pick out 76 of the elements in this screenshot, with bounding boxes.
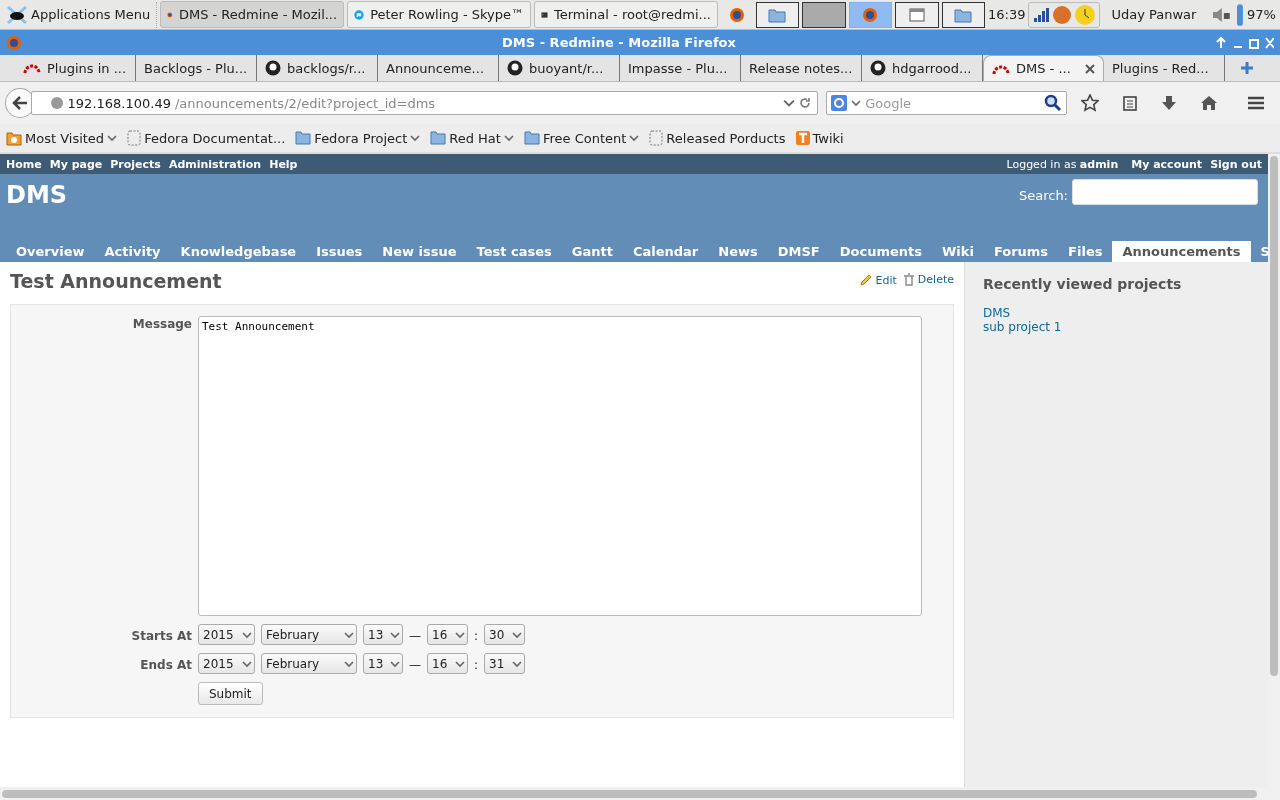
taskbar-task[interactable]: DMS - Redmine - Mozil... — [160, 1, 345, 28]
menu-tab[interactable]: Overview — [6, 241, 95, 262]
top-menu-link[interactable]: Projects — [110, 157, 161, 171]
browser-tab[interactable]: buoyant/r... — [499, 55, 620, 81]
sidebar-heading: Recently viewed projects — [983, 276, 1183, 292]
colon-separator: : — [474, 627, 479, 643]
top-menu-link[interactable]: My page — [49, 157, 103, 171]
bookmark[interactable]: Fedora Documentat... — [127, 130, 286, 146]
menu-tab[interactable]: Forums — [983, 241, 1059, 262]
month-select[interactable]: February — [261, 624, 357, 645]
hour-select[interactable]: 16 — [427, 653, 468, 674]
project-link[interactable]: DMS — [983, 306, 1250, 320]
colon-separator: : — [474, 656, 479, 672]
month-select[interactable]: February — [261, 653, 357, 674]
dash-separator: — — [409, 656, 421, 672]
browser-tab[interactable]: Announceme... — [378, 55, 499, 81]
minute-select[interactable]: 31 — [484, 653, 526, 674]
address-bar[interactable]: 192.168.100.49 /announcements/2/edit?project_id=dms — [30, 91, 819, 115]
taskbar-task[interactable]: Terminal - root@redmi... — [534, 1, 718, 28]
menu-tab[interactable]: Files — [1058, 241, 1113, 262]
page-title: Test Announcement — [10, 270, 223, 292]
action-link[interactable]: Delete — [902, 273, 954, 286]
project-title: DMS — [6, 181, 69, 209]
message-textarea[interactable]: Test Announcement — [198, 316, 922, 616]
year-select[interactable]: 2015 — [198, 653, 255, 674]
menu-tab[interactable]: Announcements — [1112, 241, 1251, 262]
browser-tab[interactable]: backlogs/r... — [257, 55, 378, 81]
window-title: DMS - Redmine - Mozilla Firefox — [501, 35, 737, 50]
menu-tab[interactable]: Test cases — [466, 241, 562, 262]
battery-percent: 97% — [1247, 7, 1276, 22]
browser-tab[interactable]: Plugins - Red... — [1104, 55, 1225, 81]
menu-tab[interactable]: New issue — [372, 241, 467, 262]
menu-tab[interactable]: Activity — [94, 241, 171, 262]
field-label: Message — [131, 316, 192, 331]
clock: 16:39 — [988, 7, 1026, 22]
bookmark[interactable]: Most Visited — [6, 130, 118, 146]
bookmark[interactable]: Released Porducts — [649, 130, 786, 146]
top-menu-link[interactable]: Administration — [168, 157, 262, 171]
browser-tab[interactable]: Backlogs - Plu... — [136, 55, 257, 81]
bookmark[interactable]: Fedora Project — [295, 130, 421, 146]
menu-tab[interactable]: Documents — [829, 241, 932, 262]
top-menu-link[interactable]: Help — [269, 157, 298, 171]
applications-menu[interactable]: Applications Menu — [4, 1, 158, 28]
day-select[interactable]: 13 — [363, 624, 403, 645]
browser-tab[interactable]: Release notes... — [741, 55, 862, 81]
project-link[interactable]: sub project 1 — [983, 320, 1250, 334]
action-link[interactable]: Edit — [858, 273, 897, 287]
search-label: Search: — [1018, 188, 1068, 203]
menu-tab[interactable]: News — [708, 241, 768, 262]
browser-tab[interactable]: Impasse - Plu... — [620, 55, 741, 81]
year-select[interactable]: 2015 — [198, 624, 255, 645]
top-menu-link[interactable]: Home — [6, 157, 42, 171]
menu-tab[interactable]: Knowledgebase — [170, 241, 307, 262]
dash-separator: — — [409, 627, 421, 643]
menu-tab[interactable]: Gantt — [561, 241, 623, 262]
bookmark[interactable]: Twiki — [795, 130, 844, 146]
user-name: Uday Panwar — [1111, 7, 1197, 22]
day-select[interactable]: 13 — [363, 653, 403, 674]
bookmark[interactable]: Red Hat — [430, 130, 514, 146]
minute-select[interactable]: 30 — [484, 624, 526, 645]
browser-tab[interactable]: DMS - ... — [983, 55, 1104, 81]
browser-tab[interactable]: Plugins in ... — [15, 55, 136, 81]
browser-tab[interactable]: hdgarrood... — [862, 55, 983, 81]
bookmark[interactable]: Free Content — [523, 130, 640, 146]
field-label: Ends At — [139, 656, 192, 672]
menu-tab[interactable]: Issues — [306, 241, 373, 262]
taskbar-task[interactable]: Peter Rowling - Skype™ — [347, 1, 532, 28]
menu-tab[interactable]: DMSF — [767, 241, 830, 262]
logged-in-text: Logged in as admin — [1006, 157, 1119, 171]
hour-select[interactable]: 16 — [427, 624, 468, 645]
account-link[interactable]: Sign out — [1210, 157, 1262, 171]
field-label: Starts At — [130, 627, 192, 643]
submit-button[interactable]: Submit — [198, 682, 263, 705]
account-link[interactable]: My account — [1131, 157, 1203, 171]
menu-tab[interactable]: Wiki — [931, 241, 984, 262]
menu-tab[interactable]: Calendar — [622, 241, 709, 262]
